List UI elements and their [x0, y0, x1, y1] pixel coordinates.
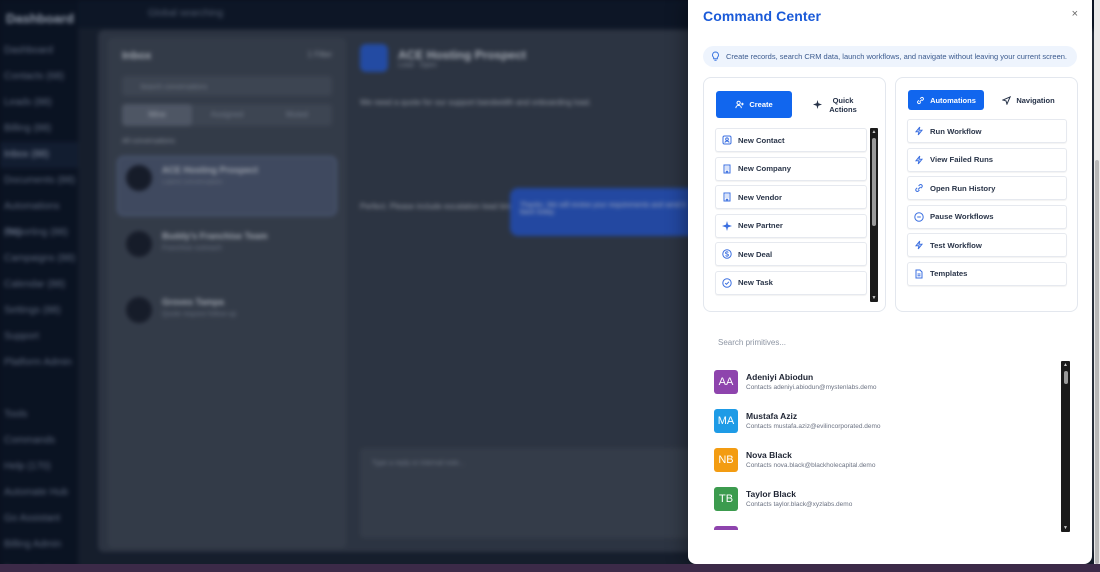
contact-text: Nova Black Contacts nova.black@blackholec…: [746, 450, 875, 469]
new-vendor-button[interactable]: New Vendor: [715, 185, 867, 209]
scrollbar-thumb[interactable]: [872, 138, 876, 226]
create-list-scrollbar[interactable]: ▲ ▼: [870, 128, 878, 302]
contact-text: Adeniyi Abiodun Contacts adeniyi.abiodun@…: [746, 372, 877, 391]
list-item-label: Run Workflow: [930, 126, 982, 136]
list-item-label: New Contact: [738, 135, 785, 145]
new-deal-button[interactable]: New Deal: [715, 242, 867, 266]
contact-result-item[interactable]: SB Sam BlackshearContacts sam.blackshear@…: [714, 518, 1060, 530]
list-item-label: New Partner: [738, 221, 783, 230]
scrollbar-thumb[interactable]: [1095, 160, 1099, 564]
command-center-modal: Command Center × Create records, search …: [688, 0, 1092, 564]
pause-workflows-button[interactable]: Pause Workflows: [907, 204, 1067, 229]
bolt-icon: [914, 126, 924, 136]
view-failed-runs-button[interactable]: View Failed Runs: [907, 147, 1067, 172]
new-task-button[interactable]: New Task: [715, 270, 867, 295]
close-icon[interactable]: ×: [1072, 8, 1078, 20]
automation-list: Run Workflow View Failed Runs Open Run His…: [907, 119, 1067, 290]
sparkle-icon: [722, 220, 732, 231]
link-icon: [917, 96, 924, 104]
list-item-label: New Vendor: [738, 192, 782, 202]
scrollbar-thumb[interactable]: [1063, 371, 1068, 384]
new-partner-button[interactable]: New Partner: [715, 213, 867, 238]
tab-automations[interactable]: Automations: [908, 90, 984, 110]
contact-text: Sam BlackshearContacts sam.blackshear@my…: [746, 528, 877, 530]
avatar: MA: [714, 408, 738, 433]
tab-create[interactable]: Create: [716, 91, 792, 118]
avatar: AA: [714, 369, 738, 394]
tab-quick-actions[interactable]: Quick Actions: [800, 91, 872, 118]
list-item-label: New Deal: [738, 249, 773, 259]
list-item-label: Open Run History: [930, 183, 996, 193]
automations-tab-group: Automations Navigation: [896, 78, 1077, 110]
test-workflow-button[interactable]: Test Workflow: [907, 233, 1067, 257]
contact-results: AA Adeniyi Abiodun Contacts adeniyi.abiodu…: [714, 362, 1060, 530]
contact-detail: Contacts taylor.black@xyzlabs.demo: [746, 501, 853, 508]
scroll-down-icon[interactable]: ▼: [871, 295, 877, 301]
open-run-history-button[interactable]: Open Run History: [907, 176, 1067, 200]
contact-name: Mustafa Aziz: [746, 411, 798, 421]
contact-name: Sam Blackshear: [746, 528, 877, 530]
lightbulb-icon: [712, 51, 719, 61]
run-workflow-button[interactable]: Run Workflow: [907, 119, 1067, 143]
primitives-search-input[interactable]: Search primitives...: [718, 338, 786, 347]
avatar: SB: [714, 525, 738, 530]
page-scrollbar[interactable]: [1094, 0, 1100, 564]
dollar-icon: [722, 249, 732, 259]
building-icon: [722, 192, 732, 202]
navigation-icon: [1002, 95, 1012, 105]
check-circle-icon: [722, 277, 732, 288]
pause-icon: [914, 211, 924, 222]
list-item-label: Pause Workflows: [930, 212, 994, 221]
contact-text: Taylor Black Contacts taylor.black@xyzlab…: [746, 489, 852, 508]
contact-detail: Contacts nova.black@blackholecapital.dem…: [746, 462, 876, 469]
avatar: NB: [714, 447, 738, 472]
building-icon: [722, 164, 732, 174]
hint-banner: Create records, search CRM data, launch …: [703, 46, 1077, 67]
list-item-label: Test Workflow: [930, 240, 982, 250]
new-company-button[interactable]: New Company: [715, 156, 867, 181]
create-list: New Contact New Company New Vendor New Part…: [715, 128, 867, 299]
sparkle-icon: [813, 100, 822, 109]
contact-detail: Contacts mustafa.aziz@evilincorporated.d…: [746, 423, 881, 430]
templates-button[interactable]: Templates: [907, 261, 1067, 286]
automations-card: Automations Navigation Run Workflow View …: [895, 77, 1078, 312]
contact-name: Adeniyi Abiodun: [746, 372, 814, 382]
document-icon: [914, 269, 924, 279]
contact-icon: [722, 135, 732, 145]
tab-navigation[interactable]: Navigation: [991, 90, 1065, 110]
list-item-label: Templates: [930, 269, 968, 278]
modal-title: Command Center: [703, 8, 822, 24]
create-card: Create Quick Actions New Contact New Comp…: [703, 77, 886, 312]
add-user-icon: [735, 100, 745, 109]
contact-name: Nova Black: [746, 450, 792, 460]
create-tab-group: Create Quick Actions: [704, 78, 885, 118]
contact-name: Taylor Black: [746, 489, 796, 499]
scroll-down-icon[interactable]: ▼: [1063, 525, 1069, 531]
contact-result-item[interactable]: TB Taylor Black Contacts taylor.black@xyzl…: [714, 479, 1060, 518]
list-item-label: View Failed Runs: [930, 155, 994, 164]
new-contact-button[interactable]: New Contact: [715, 128, 867, 152]
contacts-scrollbar[interactable]: ▲ ▼: [1061, 361, 1070, 532]
scroll-up-icon[interactable]: ▲: [871, 129, 877, 135]
contact-detail: Contacts adeniyi.abiodun@mystenlabs.demo: [746, 384, 877, 391]
bolt-icon: [914, 240, 924, 250]
contact-result-item[interactable]: MA Mustafa Aziz Contacts mustafa.aziz@evil…: [714, 401, 1060, 440]
scroll-up-icon[interactable]: ▲: [1063, 362, 1069, 368]
list-item-label: New Task: [738, 278, 773, 287]
link-icon: [914, 183, 924, 193]
os-taskbar: [0, 564, 1100, 572]
contact-result-item[interactable]: NB Nova Black Contacts nova.black@blackhol…: [714, 440, 1060, 479]
list-item-label: New Company: [738, 164, 791, 173]
hint-text: Create records, search CRM data, launch …: [726, 52, 1067, 61]
bolt-icon: [914, 155, 924, 165]
contact-text: Mustafa Aziz Contacts mustafa.aziz@evilin…: [746, 411, 881, 430]
avatar: TB: [714, 486, 738, 511]
contact-result-item[interactable]: AA Adeniyi Abiodun Contacts adeniyi.abiodu…: [714, 362, 1060, 401]
